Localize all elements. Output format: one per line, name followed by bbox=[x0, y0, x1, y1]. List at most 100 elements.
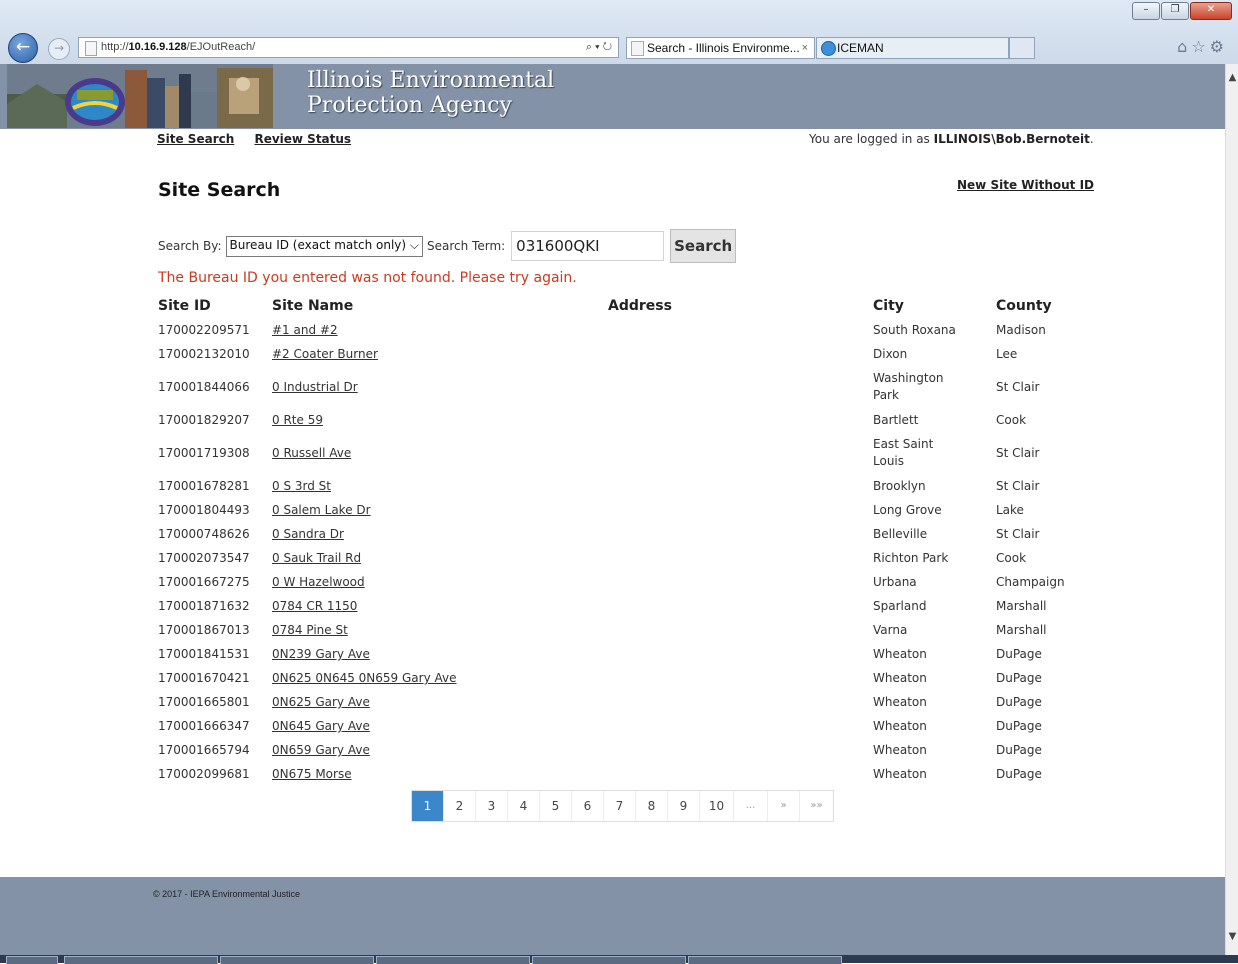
cell-county: St Clair bbox=[996, 474, 1096, 498]
site-name-link[interactable]: 0N675 Morse bbox=[272, 767, 352, 781]
cell-city-text: Wheaton bbox=[873, 647, 927, 661]
cell-site-name: 0 Rte 59 bbox=[269, 408, 605, 432]
cell-county: Cook bbox=[996, 408, 1096, 432]
page-link[interactable]: 6 bbox=[572, 791, 604, 821]
tab-search[interactable]: Search - Illinois Environme... × bbox=[626, 37, 815, 59]
cell-site-id: 170002132010 bbox=[158, 342, 269, 366]
page-link[interactable]: 4 bbox=[508, 791, 540, 821]
error-message: The Bureau ID you entered was not found.… bbox=[158, 270, 577, 286]
site-name-link[interactable]: 0N625 0N645 0N659 Gary Ave bbox=[272, 671, 456, 685]
site-name-link[interactable]: 0 S 3rd St bbox=[272, 479, 331, 493]
minimize-icon[interactable]: – bbox=[1132, 2, 1160, 20]
site-name-link[interactable]: 0 Russell Ave bbox=[272, 446, 351, 460]
forward-arrow-icon[interactable]: → bbox=[48, 38, 70, 60]
home-icon[interactable]: ⌂ bbox=[1177, 37, 1191, 56]
site-name-link[interactable]: 0N645 Gary Ave bbox=[272, 719, 370, 733]
nav-site-search-link[interactable]: Site Search bbox=[157, 132, 234, 146]
cell-county: St Clair bbox=[996, 432, 1096, 474]
page-link[interactable]: ... bbox=[734, 791, 768, 821]
back-arrow-icon[interactable]: ← bbox=[8, 33, 38, 63]
page-link[interactable]: 3 bbox=[476, 791, 508, 821]
ie-icon bbox=[821, 41, 836, 56]
table-row: 170001804493 0 Salem Lake Dr Long Grove Lak… bbox=[158, 498, 1096, 522]
table-row: 170001871632 0784 CR 1150 Sparland Marshall bbox=[158, 594, 1096, 618]
table-row: 170002209571 #1 and #2 South Roxana Madison bbox=[158, 318, 1096, 342]
tab-iceman[interactable]: ICEMAN bbox=[816, 37, 1009, 59]
cell-city-text: Sparland bbox=[873, 599, 927, 613]
page-link[interactable]: 8 bbox=[636, 791, 668, 821]
page-link[interactable]: 9 bbox=[668, 791, 700, 821]
site-name-link[interactable]: 0 Salem Lake Dr bbox=[272, 503, 371, 517]
page-link[interactable]: 7 bbox=[604, 791, 636, 821]
cell-site-id: 170001829207 bbox=[158, 408, 269, 432]
restore-icon[interactable]: ❐ bbox=[1161, 2, 1189, 20]
cell-site-id: 170001665801 bbox=[158, 690, 269, 714]
table-row: 170001665794 0N659 Gary Ave Wheaton DuPage bbox=[158, 738, 1096, 762]
cell-city-text: East Saint Louis bbox=[873, 437, 934, 468]
table-row: 170000748626 0 Sandra Dr Belleville St Clai… bbox=[158, 522, 1096, 546]
site-name-link[interactable]: 0 Sauk Trail Rd bbox=[272, 551, 361, 565]
cell-city: Belleville bbox=[873, 522, 996, 546]
cell-address bbox=[605, 666, 873, 690]
cell-site-name: 0 Salem Lake Dr bbox=[269, 498, 605, 522]
cell-site-name: 0784 Pine St bbox=[269, 618, 605, 642]
search-button[interactable]: Search bbox=[670, 229, 737, 263]
cell-county: DuPage bbox=[996, 690, 1096, 714]
favorites-star-icon[interactable]: ☆ bbox=[1191, 37, 1209, 56]
site-name-link[interactable]: #2 Coater Burner bbox=[272, 347, 378, 361]
cell-site-id-text: 170001844066 bbox=[158, 380, 250, 394]
site-name-link[interactable]: 0N625 Gary Ave bbox=[272, 695, 370, 709]
page-link[interactable]: 2 bbox=[444, 791, 476, 821]
scroll-up-icon[interactable]: ▲ bbox=[1226, 70, 1238, 86]
cell-county-text: Marshall bbox=[996, 599, 1047, 613]
page-current[interactable]: 1 bbox=[412, 791, 444, 821]
cell-site-id: 170001844066 bbox=[158, 366, 269, 408]
site-name-link[interactable]: #1 and #2 bbox=[272, 323, 338, 337]
address-tools-icon[interactable]: ⌕ ▾ ↻ bbox=[586, 38, 612, 57]
site-name-link[interactable]: 0N239 Gary Ave bbox=[272, 647, 370, 661]
site-name-link[interactable]: 0784 Pine St bbox=[272, 623, 348, 637]
login-user: ILLINOIS\Bob.Bernoteit bbox=[933, 132, 1090, 146]
cell-site-id: 170001678281 bbox=[158, 474, 269, 498]
site-name-link[interactable]: 0N659 Gary Ave bbox=[272, 743, 370, 757]
site-name-link[interactable]: 0 Rte 59 bbox=[272, 413, 323, 427]
page-link[interactable]: 5 bbox=[540, 791, 572, 821]
cell-county-text: Lee bbox=[996, 347, 1018, 361]
cell-city: Richton Park bbox=[873, 546, 996, 570]
site-name-link[interactable]: 0 Sandra Dr bbox=[272, 527, 344, 541]
cell-city: Wheaton bbox=[873, 738, 996, 762]
cell-city: Brooklyn bbox=[873, 474, 996, 498]
table-row: 170001666347 0N645 Gary Ave Wheaton DuPage bbox=[158, 714, 1096, 738]
cell-site-id-text: 170002132010 bbox=[158, 347, 250, 361]
cell-site-id-text: 170001871632 bbox=[158, 599, 250, 613]
site-name-link[interactable]: 0784 CR 1150 bbox=[272, 599, 357, 613]
new-tab-button[interactable] bbox=[1009, 37, 1035, 59]
table-row: 170001719308 0 Russell Ave East Saint Loui… bbox=[158, 432, 1096, 474]
cell-county-text: Marshall bbox=[996, 623, 1047, 637]
search-term-input[interactable]: 031600QKI bbox=[511, 231, 665, 261]
site-name-link[interactable]: 0 Industrial Dr bbox=[272, 380, 358, 394]
cell-address bbox=[605, 714, 873, 738]
close-window-icon[interactable]: ✕ bbox=[1190, 2, 1232, 20]
cell-site-name: 0N239 Gary Ave bbox=[269, 642, 605, 666]
cell-site-name: 0 S 3rd St bbox=[269, 474, 605, 498]
search-by-select[interactable]: Bureau ID (exact match only) ⌵ bbox=[225, 235, 423, 257]
site-name-link[interactable]: 0 W Hazelwood bbox=[272, 575, 365, 589]
vertical-scrollbar[interactable]: ▲ ▼ bbox=[1225, 64, 1238, 963]
settings-gear-icon[interactable]: ⚙ bbox=[1210, 37, 1228, 56]
page-link[interactable]: 10 bbox=[700, 791, 734, 821]
address-bar[interactable]: http://10.16.9.128/EJOutReach/ ⌕ ▾ ↻ bbox=[78, 37, 619, 58]
scroll-down-icon[interactable]: ▼ bbox=[1226, 929, 1238, 945]
tab-close-icon[interactable]: × bbox=[802, 38, 808, 58]
new-site-without-id-link[interactable]: New Site Without ID bbox=[957, 178, 1094, 192]
cell-site-id-text: 170001678281 bbox=[158, 479, 250, 493]
cell-city-text: Brooklyn bbox=[873, 479, 926, 493]
nav-review-status-link[interactable]: Review Status bbox=[254, 132, 351, 146]
chevron-down-icon: ⌵ bbox=[409, 237, 419, 252]
page-link[interactable]: »» bbox=[800, 791, 833, 821]
agency-banner-image bbox=[7, 64, 273, 128]
page-link[interactable]: » bbox=[768, 791, 800, 821]
cell-site-name: 0N625 Gary Ave bbox=[269, 690, 605, 714]
cell-city-text: Wheaton bbox=[873, 671, 927, 685]
url-prefix: http:// bbox=[101, 41, 129, 53]
